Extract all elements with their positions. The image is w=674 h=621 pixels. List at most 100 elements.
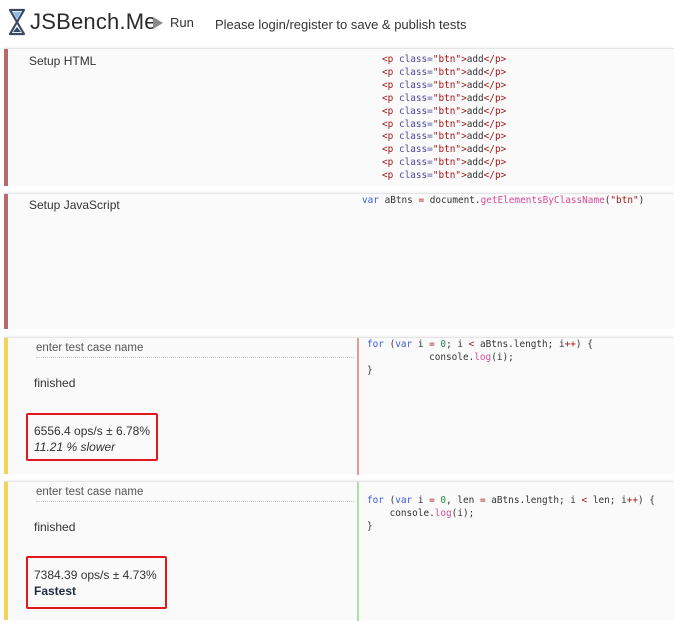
logo-text: JSBench.Me [30, 9, 157, 34]
code-token: </p> [483, 54, 507, 65]
code-token: (i); [451, 507, 475, 519]
code-token: </p> [483, 66, 507, 78]
editor-divider [357, 338, 359, 475]
setup-html-editor[interactable]: <p class="btn">add</p> <p class="btn">add… [382, 54, 506, 183]
code-token: "btn" [432, 105, 462, 117]
setup-html-line: <p class="btn">add</p> [382, 54, 506, 67]
code-token: var [362, 195, 379, 206]
setup-js-label: Setup JavaScript [29, 198, 120, 212]
setup-html-panel: Setup HTML <p class="btn">add</p> <p clas… [4, 48, 674, 186]
test-case-2-editor[interactable]: for (var i = 0, len = aBtns.length; i < … [367, 495, 655, 534]
code-token: class= [398, 92, 433, 104]
code-token: var [395, 339, 413, 350]
code-token: </p> [483, 131, 507, 143]
code-token: <p [382, 118, 394, 130]
code-token: </p> [483, 144, 507, 156]
code-token: aBtns [378, 195, 419, 206]
code-token: add [466, 66, 484, 78]
run-label: Run [170, 15, 194, 30]
ops-per-second: 7384.39 ops/s ± 4.73% [34, 568, 157, 582]
setup-html-line: <p class="btn">add</p> [382, 67, 506, 80]
code-token: "btn" [432, 131, 462, 143]
code-token: ++ [564, 339, 576, 350]
code-token: aBtns.length; i [485, 495, 582, 506]
code-token: ( [383, 339, 396, 350]
code-token: "btn" [432, 144, 462, 156]
setup-html-label: Setup HTML [29, 54, 97, 68]
code-token: <p [382, 131, 394, 143]
setup-html-line: <p class="btn">add</p> [382, 170, 506, 183]
code-token: <p [382, 92, 394, 104]
code-token: add [466, 157, 484, 169]
code-token: "btn" [432, 157, 462, 169]
play-icon [153, 16, 163, 29]
ops-per-second: 6556.4 ops/s ± 6.78% [34, 424, 150, 438]
result-highlight-box [26, 556, 167, 609]
code-token: "btn" [432, 54, 462, 65]
code-token: ) { [638, 495, 655, 506]
code-token: "btn" [432, 92, 462, 104]
code-token: ; i [446, 339, 469, 350]
code-token: add [466, 118, 484, 130]
code-token: console. [389, 507, 435, 519]
code-token: </p> [483, 79, 507, 91]
code-token: , len [446, 495, 480, 506]
code-token: <p [382, 66, 394, 78]
code-token: len; i [587, 495, 627, 506]
code-token: for [367, 495, 384, 506]
code-token: add [466, 92, 484, 104]
code-token: aBtns.length; i [474, 339, 565, 350]
code-token: "btn" [432, 118, 462, 130]
test-case-name-input[interactable]: enter test case name [36, 486, 354, 502]
run-button[interactable]: Run [152, 15, 194, 30]
code-token: } [367, 520, 373, 532]
code-token: document. [424, 195, 481, 206]
login-note[interactable]: Please login/register to save & publish … [215, 17, 466, 32]
code-token: ) [638, 195, 645, 206]
code-token: i [412, 339, 430, 350]
code-token: "btn" [610, 195, 639, 206]
code-token: </p> [483, 170, 507, 182]
editor-divider [357, 482, 359, 621]
code-token: "btn" [432, 79, 462, 91]
code-token: class= [398, 54, 433, 65]
code-token: <p [382, 170, 394, 182]
setup-html-line: <p class="btn">add</p> [382, 157, 506, 170]
code-token: "btn" [432, 66, 462, 78]
code-token: for [367, 339, 384, 350]
panel-stripe [4, 482, 8, 620]
comparison-text: 11.21 % slower [34, 440, 116, 454]
setup-html-line: <p class="btn">add</p> [382, 144, 506, 157]
code-token: add [466, 105, 484, 117]
code-token: class= [398, 118, 433, 130]
code-token: getElementsByClassName [480, 195, 605, 206]
panel-stripe [4, 194, 8, 329]
top-bar: JSBench.Me Run Please login/register to … [0, 0, 674, 48]
test-case-1-editor[interactable]: for (var i = 0; i < aBtns.length; i++) {… [367, 339, 593, 378]
panel-stripe [4, 338, 8, 474]
code-token: add [466, 144, 484, 156]
test-case-name-input[interactable]: enter test case name [36, 342, 354, 358]
code-token: 0 [434, 339, 447, 350]
code-token: </p> [483, 105, 507, 117]
code-token: add [466, 170, 484, 182]
setup-html-line: <p class="btn">add</p> [382, 80, 506, 93]
code-token: <p [382, 79, 394, 91]
logo[interactable]: JSBench.Me [8, 8, 157, 36]
code-token: <p [382, 157, 394, 169]
code-token: (i); [491, 351, 514, 363]
code-token: <p [382, 144, 394, 156]
hourglass-icon [8, 8, 26, 36]
code-token: log [434, 507, 452, 519]
setup-html-line: <p class="btn">add</p> [382, 131, 506, 144]
setup-html-line: <p class="btn">add</p> [382, 119, 506, 132]
code-token: ) { [575, 339, 593, 350]
code-token: </p> [483, 118, 507, 130]
code-token: add [466, 54, 484, 65]
code-token: class= [398, 131, 433, 143]
setup-js-editor[interactable]: var aBtns = document.getElementsByClassN… [362, 195, 644, 208]
code-token: console. [429, 351, 475, 363]
test-status: finished [34, 520, 76, 534]
